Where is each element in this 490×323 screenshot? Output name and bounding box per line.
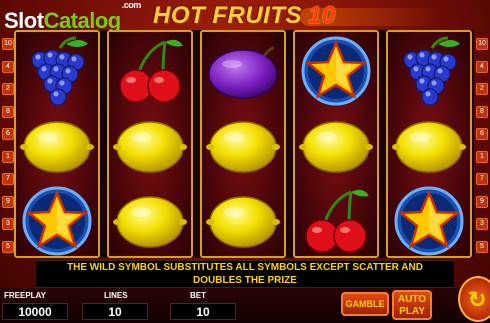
freeplay-value: 10000 bbox=[2, 303, 68, 320]
star-symbol bbox=[388, 184, 470, 258]
gamble-button[interactable]: GAMBLE bbox=[341, 292, 389, 316]
lemon-symbol bbox=[109, 109, 191, 183]
payline-indicator[interactable]: 4 bbox=[476, 60, 488, 73]
plum-symbol bbox=[202, 34, 284, 108]
payline-indicator[interactable]: 8 bbox=[2, 105, 14, 118]
grapes-symbol bbox=[16, 34, 98, 108]
grapes-symbol bbox=[388, 34, 470, 108]
lemon-symbol bbox=[202, 109, 284, 183]
payline-indicator[interactable]: 10 bbox=[2, 38, 14, 50]
payline-indicator[interactable]: 8 bbox=[476, 105, 488, 118]
star-symbol bbox=[16, 184, 98, 258]
lemon-symbol bbox=[16, 109, 98, 183]
info-message-bar: THE WILD SYMBOL SUBSTITUTES ALL SYMBOLS … bbox=[36, 260, 454, 288]
lemon-symbol bbox=[295, 109, 377, 183]
spin-button[interactable]: ↻ bbox=[458, 276, 490, 322]
payline-indicator[interactable]: 7 bbox=[2, 173, 14, 185]
payline-indicator[interactable]: 3 bbox=[476, 218, 488, 230]
reel-1 bbox=[14, 30, 100, 258]
payline-indicator[interactable]: 10 bbox=[476, 38, 488, 50]
lemon-symbol bbox=[109, 184, 191, 258]
payline-indicator[interactable]: 6 bbox=[476, 128, 488, 140]
watermark-suffix: .com bbox=[121, 0, 142, 10]
lemon-symbol bbox=[388, 109, 470, 183]
reel-2 bbox=[107, 30, 193, 258]
spin-arrows-icon: ↻ bbox=[468, 287, 487, 312]
reel-5 bbox=[386, 30, 472, 258]
payline-indicator[interactable]: 3 bbox=[2, 218, 14, 230]
payline-indicator[interactable]: 4 bbox=[2, 60, 14, 73]
cherries-symbol bbox=[109, 34, 191, 108]
game-title: HOT FRUITS 10 bbox=[153, 2, 336, 30]
star-symbol bbox=[295, 34, 377, 108]
payline-indicator[interactable]: 1 bbox=[2, 150, 14, 163]
info-message-line1: THE WILD SYMBOL SUBSTITUTES ALL SYMBOLS … bbox=[67, 262, 423, 273]
payline-indicator[interactable]: 9 bbox=[2, 195, 14, 208]
payline-indicator[interactable]: 7 bbox=[476, 173, 488, 185]
payline-indicator[interactable]: 2 bbox=[476, 83, 488, 95]
info-message-line2: DOUBLES THE PRIZE bbox=[193, 275, 297, 286]
lemon-symbol bbox=[202, 184, 284, 258]
lines-value[interactable]: 10 bbox=[82, 303, 148, 320]
payline-indicator[interactable]: 5 bbox=[476, 240, 488, 253]
game-title-text: HOT FRUITS bbox=[153, 2, 302, 29]
freeplay-label: FREEPLAY bbox=[4, 291, 46, 300]
bet-label: BET bbox=[190, 291, 206, 300]
lines-label: LINES bbox=[104, 291, 128, 300]
cherries-symbol bbox=[295, 184, 377, 258]
reels-area bbox=[14, 30, 474, 258]
reel-4 bbox=[293, 30, 379, 258]
autoplay-label-line1: AUTO bbox=[397, 294, 427, 305]
reel-3 bbox=[200, 30, 286, 258]
payline-indicator[interactable]: 2 bbox=[2, 83, 14, 95]
bet-value[interactable]: 10 bbox=[170, 303, 236, 320]
payline-indicator[interactable]: 6 bbox=[2, 128, 14, 140]
autoplay-button[interactable]: AUTO PLAY bbox=[392, 290, 432, 320]
game-title-number: 10 bbox=[308, 2, 336, 29]
autoplay-label-line2: PLAY bbox=[399, 306, 425, 317]
payline-indicator[interactable]: 9 bbox=[476, 195, 488, 208]
payline-indicator[interactable]: 1 bbox=[476, 150, 488, 163]
payline-indicator[interactable]: 5 bbox=[2, 240, 14, 253]
